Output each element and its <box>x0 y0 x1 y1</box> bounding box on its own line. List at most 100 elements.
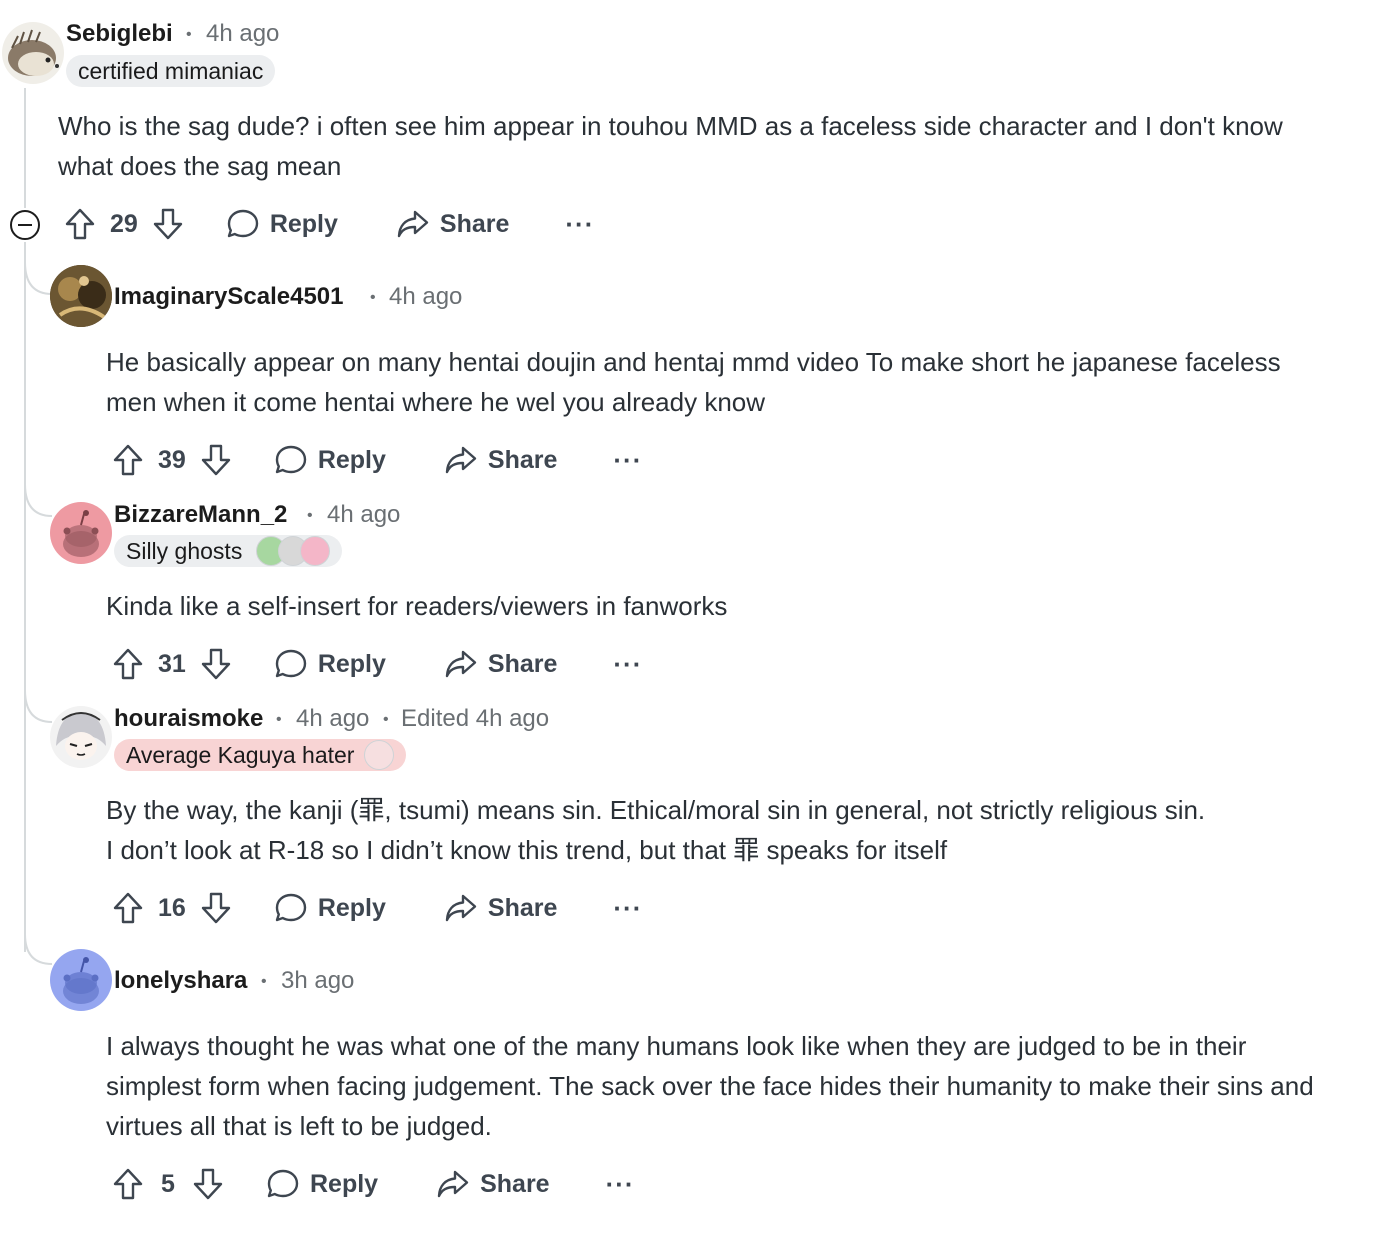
comment-body: By the way, the kanji (罪, tsumi) means s… <box>106 790 1366 870</box>
share-button[interactable]: Share <box>444 445 557 475</box>
flair-text: Silly ghosts <box>126 538 243 564</box>
share-button[interactable]: Share <box>436 1169 550 1199</box>
reply-button[interactable]: Reply <box>226 208 338 240</box>
comment-body: He basically appear on many hentai douji… <box>106 347 1281 417</box>
username[interactable]: BizzareMann_2 <box>114 501 287 529</box>
comment-actions: 29 Reply Share ··· <box>64 200 594 248</box>
thread-connector-4 <box>24 934 52 965</box>
downvote-icon[interactable] <box>200 443 232 477</box>
vote-score: 31 <box>158 649 186 678</box>
comment-bubble-icon <box>267 1169 299 1198</box>
share-arrow-icon <box>437 1170 469 1198</box>
share-label: Share <box>487 893 558 922</box>
reply-label: Reply <box>317 445 386 474</box>
username[interactable]: Sebiglebi <box>66 20 173 48</box>
more-label: ··· <box>605 1168 635 1199</box>
share-button[interactable]: Share <box>396 209 509 239</box>
flair-emoji-group <box>256 536 331 566</box>
time-separator: • <box>261 973 267 990</box>
share-label: Share <box>439 209 510 238</box>
user-flair: Silly ghosts <box>114 535 343 567</box>
more-options-icon[interactable]: ··· <box>606 1169 635 1200</box>
username[interactable]: lonelyshara <box>114 967 247 995</box>
upvote-icon[interactable] <box>112 443 144 477</box>
comment-bubble-icon <box>275 649 307 678</box>
timestamp[interactable]: 4h ago <box>296 705 369 733</box>
user-flair: certified mimaniac <box>66 55 276 87</box>
more-options-icon[interactable]: ··· <box>613 445 642 476</box>
reply-button[interactable]: Reply <box>274 892 386 924</box>
share-label: Share <box>487 445 558 474</box>
thread-connector-2 <box>24 484 52 517</box>
flair-text: Average Kaguya hater <box>126 742 355 768</box>
comment-actions: 16 Reply Share ··· <box>112 884 642 932</box>
vote-score: 16 <box>158 893 186 922</box>
custom-avatar[interactable] <box>50 265 112 327</box>
comment-bubble-icon <box>227 209 259 238</box>
snoo-avatar[interactable] <box>50 502 112 564</box>
timestamp[interactable]: 4h ago <box>327 501 400 529</box>
share-label: Share <box>480 1169 550 1198</box>
downvote-icon[interactable] <box>192 1167 224 1201</box>
username[interactable]: ImaginaryScale4501 <box>114 283 344 311</box>
upvote-icon[interactable] <box>112 1167 144 1201</box>
user-flair: Average Kaguya hater <box>114 739 407 771</box>
timestamp[interactable]: 3h ago <box>281 967 354 995</box>
reply-label: Reply <box>269 209 338 238</box>
reply-button[interactable]: Reply <box>274 648 386 680</box>
comment-body-line-1: By the way, the kanji (罪, tsumi) means s… <box>106 795 1206 825</box>
share-arrow-icon <box>445 446 477 474</box>
thread-line-children <box>24 242 26 952</box>
downvote-icon[interactable] <box>200 891 232 925</box>
upvote-icon[interactable] <box>64 207 96 241</box>
comment-bubble-icon <box>275 893 307 922</box>
upvote-icon[interactable] <box>112 647 144 681</box>
vote-score: 29 <box>110 209 138 238</box>
share-label: Share <box>487 649 558 678</box>
reply-label: Reply <box>317 893 386 922</box>
thread-connector-3 <box>24 690 52 723</box>
hedgehog-avatar[interactable] <box>2 22 64 84</box>
upvote-icon[interactable] <box>112 891 144 925</box>
edited-label: Edited 4h ago <box>401 705 550 732</box>
timestamp[interactable]: 4h ago <box>389 283 462 311</box>
more-options-icon[interactable]: ··· <box>565 209 594 240</box>
comment-bubble-icon <box>275 445 307 474</box>
time-separator: • <box>370 289 376 306</box>
reply-label: Reply <box>310 1169 379 1198</box>
username[interactable]: houraismoke <box>114 705 263 733</box>
reply-button[interactable]: Reply <box>274 444 386 476</box>
comment-body: I always thought he was what one of the … <box>106 1031 1314 1141</box>
reply-button[interactable]: Reply <box>266 1168 378 1200</box>
more-options-icon[interactable]: ··· <box>613 649 642 680</box>
comment-body: Kinda like a self-insert for readers/vie… <box>106 591 728 621</box>
downvote-icon[interactable] <box>200 647 232 681</box>
thread-connector-1 <box>24 262 52 295</box>
share-arrow-icon <box>397 210 429 238</box>
share-button[interactable]: Share <box>444 649 557 679</box>
vote-score: 39 <box>158 445 186 474</box>
share-arrow-icon <box>445 650 477 678</box>
thread-line-root <box>24 88 26 208</box>
downvote-icon[interactable] <box>152 207 184 241</box>
time-separator: • <box>276 711 282 728</box>
more-label: ··· <box>613 444 643 475</box>
share-arrow-icon <box>445 894 477 922</box>
more-options-icon[interactable]: ··· <box>613 893 642 924</box>
time-separator: • <box>186 26 192 43</box>
collapse-minus-icon[interactable] <box>10 210 40 240</box>
flair-text: certified mimaniac <box>78 58 264 84</box>
snoo-avatar[interactable] <box>50 949 112 1011</box>
more-label: ··· <box>613 648 643 679</box>
vote-score: 5 <box>161 1169 175 1198</box>
comment-body-line-2: I don’t look at R-18 so I didn’t know th… <box>106 835 948 865</box>
anime-avatar[interactable] <box>50 706 112 768</box>
ghost-emoji-icon <box>300 536 331 566</box>
comment-actions: 5 Reply Share ··· <box>112 1160 635 1208</box>
more-label: ··· <box>613 892 643 923</box>
reply-label: Reply <box>317 649 386 678</box>
share-button[interactable]: Share <box>444 893 557 923</box>
comment-actions: 39 Reply Share ··· <box>112 436 642 484</box>
timestamp[interactable]: 4h ago <box>206 20 279 48</box>
comment-body: Who is the sag dude? i often see him app… <box>58 111 1283 181</box>
